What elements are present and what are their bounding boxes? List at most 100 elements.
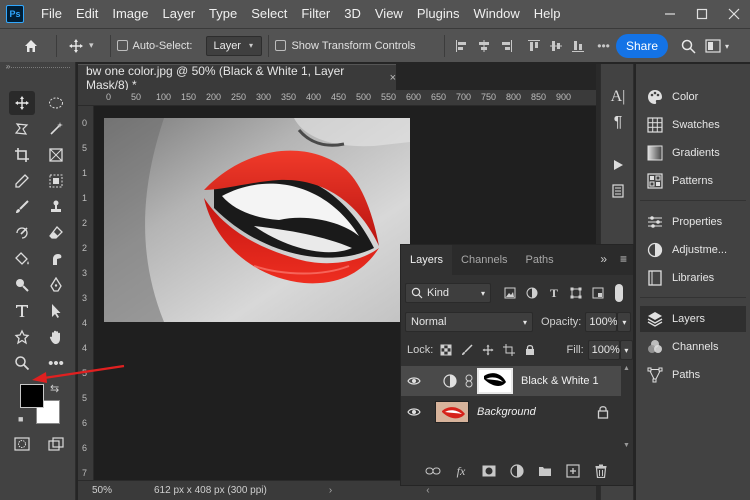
move-tool-icon[interactable] [63, 33, 89, 59]
layer-row-black-white[interactable]: Black & White 1 [401, 366, 621, 396]
auto-select-checkbox[interactable] [116, 40, 128, 51]
search-icon[interactable] [677, 34, 699, 58]
collapse-panel-icon[interactable]: » [600, 252, 607, 266]
chevron-down-icon[interactable]: ▾ [89, 40, 94, 51]
dodge-icon[interactable] [9, 273, 35, 297]
type-tool-icon[interactable] [9, 299, 35, 323]
hand-tool-icon[interactable] [43, 325, 69, 349]
share-button[interactable]: Share [616, 34, 668, 58]
lock-all-icon[interactable] [521, 341, 538, 359]
opacity-input[interactable]: 100% [585, 312, 618, 332]
tab-paths[interactable]: Paths [517, 245, 563, 275]
layer-mask-thumbnail[interactable] [477, 368, 513, 394]
align-left-icon[interactable] [451, 35, 473, 57]
path-selection-icon[interactable] [43, 299, 69, 323]
frame-tool-icon[interactable] [43, 143, 69, 167]
panel-layers[interactable]: Layers [640, 306, 746, 332]
menu-type[interactable]: Type [202, 0, 244, 28]
play-actions-icon[interactable] [607, 154, 629, 176]
lock-position-icon[interactable] [479, 341, 496, 359]
filter-kind-dropdown[interactable]: Kind ▾ [405, 283, 491, 303]
lock-artboard-icon[interactable] [500, 341, 517, 359]
menu-filter[interactable]: Filter [294, 0, 337, 28]
more-options-icon[interactable]: ••• [593, 35, 615, 57]
align-middle-icon[interactable] [545, 35, 567, 57]
align-bottom-icon[interactable] [567, 35, 589, 57]
lock-pixels-icon[interactable] [458, 341, 475, 359]
menu-file[interactable]: File [34, 0, 69, 28]
transform-controls-checkbox[interactable] [275, 40, 287, 51]
link-layers-icon[interactable] [424, 462, 442, 480]
filter-smart-object-icon[interactable] [589, 284, 607, 302]
background-layer-thumbnail[interactable] [435, 401, 469, 423]
blend-mode-dropdown[interactable]: Normal ▾ [405, 312, 533, 332]
panel-libraries[interactable]: Libraries [640, 265, 746, 291]
scroll-down-icon[interactable]: ▼ [623, 442, 631, 449]
auto-select-dropdown[interactable]: Layer ▾ [206, 35, 263, 56]
align-top-icon[interactable] [523, 35, 545, 57]
crop-tool-icon[interactable] [9, 143, 35, 167]
tab-layers[interactable]: Layers [401, 245, 453, 275]
opacity-slider-toggle[interactable]: ▾ [617, 312, 632, 332]
mask-link-icon[interactable] [463, 372, 475, 390]
delete-layer-icon[interactable] [592, 462, 610, 480]
panel-color[interactable]: Color [640, 84, 746, 110]
shape-tool-icon[interactable] [9, 325, 35, 349]
fill-input[interactable]: 100% [587, 340, 620, 360]
character-panel-icon[interactable]: A| [607, 86, 629, 108]
magic-wand-icon[interactable] [43, 117, 69, 141]
chevron-left-icon[interactable]: ‹ [426, 485, 429, 496]
filter-adjustment-icon[interactable] [523, 284, 541, 302]
ellipse-marquee-icon[interactable] [43, 91, 69, 115]
horizontal-ruler[interactable]: 0 50 100 150 200 250 300 350 400 450 500 550 600 650 7… [78, 90, 596, 106]
lock-icon[interactable] [597, 405, 611, 419]
workspace-switcher[interactable]: ▾ [705, 36, 745, 56]
quick-mask-icon[interactable] [9, 432, 35, 456]
visibility-eye-icon[interactable] [401, 366, 427, 396]
panel-menu-icon[interactable]: ≡ [620, 252, 627, 266]
close-window-icon[interactable] [718, 0, 750, 28]
document-tab[interactable]: bw one color.jpg @ 50% (Black & White 1,… [78, 64, 396, 92]
menu-image[interactable]: Image [105, 0, 155, 28]
default-colors-icon[interactable]: ■ [18, 414, 23, 424]
new-adjustment-icon[interactable] [508, 462, 526, 480]
new-layer-icon[interactable] [564, 462, 582, 480]
panel-adjustments[interactable]: Adjustme... [640, 237, 746, 263]
history-panel-icon[interactable] [607, 180, 629, 202]
paint-bucket-icon[interactable] [9, 247, 35, 271]
align-right-icon[interactable] [495, 35, 517, 57]
eyedropper-icon[interactable] [9, 169, 35, 193]
fill-slider-toggle[interactable]: ▾ [619, 340, 633, 360]
tab-channels[interactable]: Channels [452, 245, 516, 275]
zoom-level[interactable]: 50% [92, 485, 126, 496]
canvas-image[interactable] [104, 118, 410, 322]
menu-edit[interactable]: Edit [69, 0, 105, 28]
menu-plugins[interactable]: Plugins [410, 0, 467, 28]
filter-type-icon[interactable]: T [545, 284, 563, 302]
panel-channels[interactable]: Channels [640, 334, 746, 360]
add-mask-icon[interactable] [480, 462, 498, 480]
brush-icon[interactable] [9, 195, 35, 219]
visibility-eye-icon[interactable] [401, 397, 427, 427]
new-group-icon[interactable] [536, 462, 554, 480]
menu-view[interactable]: View [368, 0, 410, 28]
layer-effects-icon[interactable]: fx [452, 462, 470, 480]
smudge-icon[interactable] [43, 247, 69, 271]
pen-tool-icon[interactable] [43, 273, 69, 297]
menu-help[interactable]: Help [527, 0, 568, 28]
align-center-icon[interactable] [473, 35, 495, 57]
menu-window[interactable]: Window [466, 0, 526, 28]
panel-properties[interactable]: Properties [640, 209, 746, 235]
layer-row-background[interactable]: Background [401, 397, 621, 427]
filter-toggle[interactable] [615, 284, 623, 302]
paragraph-panel-icon[interactable]: ¶ [607, 112, 629, 134]
move-tool-icon[interactable] [9, 91, 35, 115]
filter-shape-icon[interactable] [567, 284, 585, 302]
maximize-icon[interactable] [686, 0, 718, 28]
panel-grip[interactable] [6, 67, 70, 73]
history-brush-icon[interactable] [9, 221, 35, 245]
clone-stamp-icon[interactable] [43, 195, 69, 219]
panel-gradients[interactable]: Gradients [640, 140, 746, 166]
lock-transparent-icon[interactable] [437, 341, 454, 359]
filter-pixel-icon[interactable] [501, 284, 519, 302]
